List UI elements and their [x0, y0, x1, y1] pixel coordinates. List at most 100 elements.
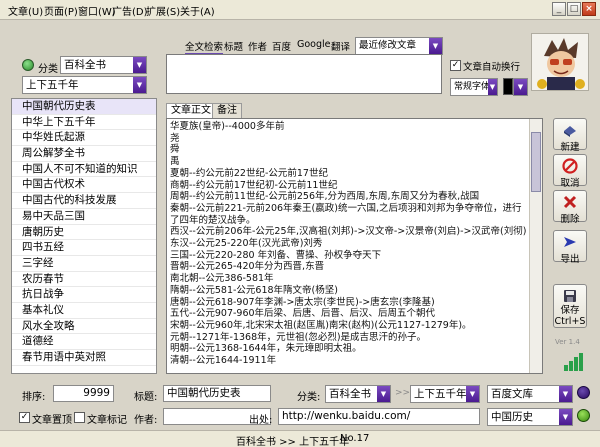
- version-label: Ver 1.4: [555, 338, 580, 346]
- article-line: 舜: [170, 144, 180, 156]
- avatar[interactable]: [531, 33, 589, 91]
- list-item[interactable]: 基本礼仪: [12, 303, 156, 319]
- list-item[interactable]: 农历春节: [12, 272, 156, 288]
- color-swatch[interactable]: [503, 78, 513, 95]
- order-input[interactable]: 9999: [53, 385, 114, 402]
- signal-icon: [564, 351, 584, 371]
- recent-articles-select[interactable]: 最近修改文章 ▼: [355, 37, 443, 55]
- list-item[interactable]: 易中天品三国: [12, 209, 156, 225]
- maximize-icon[interactable]: □: [567, 2, 581, 16]
- list-item[interactable]: 春节用语中英对照: [12, 350, 156, 366]
- tab-fulltext-search[interactable]: 全文检索: [185, 39, 224, 55]
- new-document-icon: [564, 126, 576, 137]
- delete-button-label: 删除: [560, 214, 580, 225]
- list-item[interactable]: 中华上下五千年: [12, 115, 156, 131]
- scrollbar-thumb[interactable]: [531, 132, 541, 192]
- delete-button[interactable]: 删除: [553, 190, 587, 225]
- new-button-label: 新建: [560, 142, 580, 153]
- bottom-subcategory-select[interactable]: 上下五千年 ▼: [410, 385, 480, 403]
- source-library-value: 百度文库: [491, 388, 533, 400]
- article-line: 元朝--1271年-1368年，元世祖(忽必烈)是成吉思汗的孙子。: [170, 331, 427, 343]
- auto-wrap-checkbox[interactable]: ✓: [450, 60, 461, 71]
- menu-article[interactable]: 文章(U): [8, 3, 43, 18]
- minimize-icon[interactable]: _: [552, 2, 566, 16]
- article-line: 明朝--公元1368-1644年，朱元璋即明太祖。: [170, 343, 362, 355]
- chevron-down-icon: ▼: [133, 57, 146, 73]
- menu-about[interactable]: 关于(A): [180, 3, 215, 18]
- subcategory-select-value: 上下五千年: [26, 79, 79, 91]
- search-input[interactable]: [166, 54, 442, 94]
- topic-select[interactable]: 中国历史 ▼: [487, 408, 573, 426]
- recent-articles-value: 最近修改文章: [359, 40, 417, 51]
- font-select[interactable]: 常规字体 ▼: [450, 78, 498, 96]
- list-item[interactable]: 中国人不可不知道的知识: [12, 162, 156, 178]
- list-item[interactable]: 抗日战争: [12, 287, 156, 303]
- list-item[interactable]: 唐朝历史: [12, 225, 156, 241]
- tab-translate[interactable]: 翻译: [331, 39, 350, 53]
- mark-article-label: 文章标记: [87, 415, 127, 426]
- order-label: 排序:: [22, 392, 46, 403]
- source-url-input[interactable]: http://wenku.baidu.com/: [278, 408, 480, 425]
- article-line: 宋朝--公元960年,北宋宋太祖(赵匡胤)南宋(赵构)(公元1127-1279年…: [170, 319, 472, 331]
- pin-article-label: 文章置顶: [32, 415, 72, 426]
- article-line: 三国--公元220-280 年刘备、曹操、孙权争夺天下: [170, 249, 382, 261]
- tab-google[interactable]: Google: [297, 39, 331, 50]
- save-disk-icon: [564, 290, 576, 302]
- pin-article-checkbox[interactable]: ✓: [19, 412, 30, 423]
- tab-title[interactable]: 标题: [224, 39, 243, 53]
- menu-ad[interactable]: 广告(D): [112, 3, 148, 18]
- article-line: 禹: [170, 156, 180, 168]
- article-line: 南北朝--公元386-581年: [170, 273, 274, 285]
- list-item[interactable]: 中华姓氏起源: [12, 130, 156, 147]
- status-bar: 百科全书 >> 上下五千年 No.17: [0, 430, 600, 447]
- bottom-category-label: 分类:: [297, 392, 321, 403]
- author-label: 作者:: [134, 415, 158, 426]
- save-button-label: 保存 Ctrl+S: [554, 305, 586, 327]
- list-item[interactable]: 中国古代的科技发展: [12, 193, 156, 209]
- list-item[interactable]: 道德经: [12, 334, 156, 350]
- tab-author[interactable]: 作者: [248, 39, 267, 53]
- menu-window[interactable]: 窗口(W): [78, 3, 116, 18]
- article-line: 清朝--公元1644-1911年: [170, 355, 277, 367]
- bottom-category-select[interactable]: 百科全书 ▼: [325, 385, 391, 403]
- bottom-subcategory-value: 上下五千年: [414, 388, 467, 400]
- export-button[interactable]: 导出: [553, 230, 587, 265]
- list-item[interactable]: 三字经: [12, 256, 156, 272]
- list-item[interactable]: 中国朝代历史表: [12, 99, 156, 115]
- mark-article-checkbox[interactable]: [74, 412, 85, 423]
- close-icon[interactable]: ×: [582, 2, 596, 16]
- status-number: No.17: [340, 433, 370, 444]
- article-text: 华夏族(皇帝)--4000多年前尧舜禹夏朝--约公元前22世纪-公元前17世纪商…: [170, 121, 528, 373]
- vertical-scrollbar[interactable]: [529, 119, 542, 373]
- category-select[interactable]: 百科全书 ▼: [60, 56, 147, 74]
- list-item[interactable]: 周公解梦全书: [12, 146, 156, 162]
- status-path: 百科全书 >> 上下五千年: [236, 437, 350, 447]
- article-line: 华夏族(皇帝)--4000多年前: [170, 121, 285, 132]
- article-editor[interactable]: 华夏族(皇帝)--4000多年前尧舜禹夏朝--约公元前22世纪-公元前17世纪商…: [166, 118, 543, 374]
- topic-go-icon[interactable]: [577, 409, 590, 422]
- library-go-icon[interactable]: [577, 386, 590, 399]
- list-item[interactable]: 风水全攻略: [12, 319, 156, 335]
- export-arrow-icon: [564, 237, 576, 247]
- category-separator: >>: [395, 388, 411, 398]
- list-item[interactable]: 中国古代权术: [12, 177, 156, 194]
- new-button[interactable]: 新建: [553, 118, 587, 153]
- save-button[interactable]: 保存 Ctrl+S: [553, 284, 587, 328]
- title-input[interactable]: 中国朝代历史表: [163, 385, 271, 402]
- tab-article-body[interactable]: 文章正文: [166, 103, 216, 118]
- menu-extend[interactable]: 扩展(S): [146, 3, 180, 18]
- article-line: 商朝--约公元前17世纪初-公元前11世纪: [170, 179, 338, 191]
- tab-baidu[interactable]: 百度: [272, 39, 291, 53]
- chevron-down-icon: ▼: [488, 79, 497, 95]
- menu-page[interactable]: 页面(P): [44, 3, 78, 18]
- cancel-button[interactable]: 取消: [553, 154, 587, 189]
- chevron-down-icon: ▼: [429, 38, 442, 54]
- tab-notes[interactable]: 备注: [212, 103, 242, 118]
- source-library-select[interactable]: 百度文库 ▼: [487, 385, 573, 403]
- refresh-icon[interactable]: [22, 59, 34, 71]
- list-item[interactable]: 四书五经: [12, 240, 156, 256]
- subcategory-select[interactable]: 上下五千年 ▼: [22, 76, 147, 94]
- auto-wrap-label: 文章自动换行: [463, 62, 521, 73]
- color-select[interactable]: ▼: [513, 78, 528, 96]
- cancel-icon: [562, 158, 578, 174]
